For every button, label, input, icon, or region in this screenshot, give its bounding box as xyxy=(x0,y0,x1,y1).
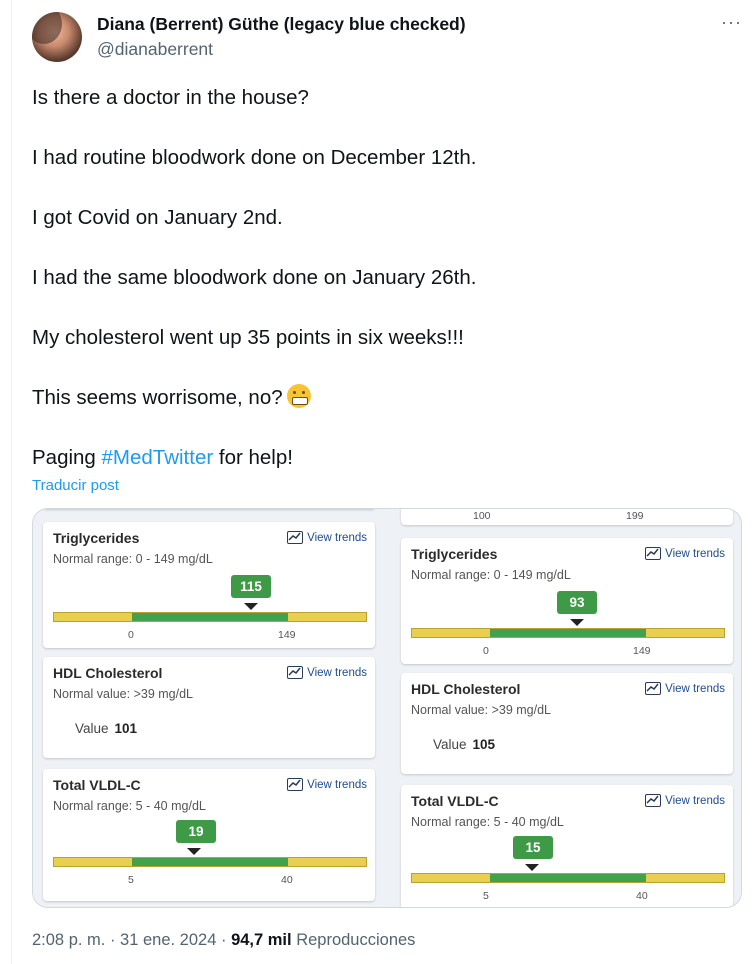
card-title: Triglycerides xyxy=(411,546,498,562)
normal-range: Normal range: 0 - 149 mg/dL xyxy=(53,552,213,566)
post-date[interactable]: 31 ene. 2024 xyxy=(120,931,216,949)
view-trends-label: View trends xyxy=(307,666,367,679)
range-bar xyxy=(411,873,725,883)
view-trends-link[interactable]: View trends xyxy=(645,682,725,695)
previous-card-edge: 100 199 xyxy=(401,509,733,525)
view-trends-label: View trends xyxy=(307,531,367,544)
result-value: Value 101 xyxy=(75,721,137,736)
view-trends-link[interactable]: View trends xyxy=(287,778,367,791)
post-paragraph: I had routine bloodwork done on December… xyxy=(32,146,477,169)
range-tick-high: 40 xyxy=(281,874,293,886)
paging-prefix: Paging xyxy=(32,446,102,469)
view-trends-label: View trends xyxy=(307,778,367,791)
range-tick-low: 5 xyxy=(483,890,489,902)
triglycerides-card: Triglycerides Normal range: 0 - 149 mg/d… xyxy=(401,538,733,664)
result-badge: 93 xyxy=(557,591,597,614)
hdl-card: HDL Cholesterol Normal value: >39 mg/dL … xyxy=(401,673,733,774)
normal-value: Normal value: >39 mg/dL xyxy=(411,703,552,717)
hdl-card: HDL Cholesterol Normal value: >39 mg/dL … xyxy=(43,657,375,758)
view-trends-link[interactable]: View trends xyxy=(287,666,367,679)
attached-media[interactable]: Triglycerides Normal range: 0 - 149 mg/d… xyxy=(32,508,742,908)
views-count: 94,7 mil xyxy=(231,931,292,949)
range-tick-low: 5 xyxy=(128,874,134,886)
result-pointer xyxy=(525,864,539,871)
more-options-icon[interactable]: ··· xyxy=(721,12,742,33)
view-trends-link[interactable]: View trends xyxy=(287,531,367,544)
post-text: Is there a doctor in the house? I had ro… xyxy=(32,83,732,503)
value-label: Value xyxy=(75,721,109,736)
bloodwork-image-december[interactable]: Triglycerides Normal range: 0 - 149 mg/d… xyxy=(33,508,389,907)
normal-range: Normal range: 5 - 40 mg/dL xyxy=(411,815,564,829)
avatar[interactable] xyxy=(32,12,82,62)
result-pointer xyxy=(244,603,258,610)
range-bar xyxy=(53,857,367,867)
result-badge: 15 xyxy=(513,836,553,859)
post-paragraph: I got Covid on January 2nd. xyxy=(32,206,283,229)
hashtag-link[interactable]: #MedTwitter xyxy=(102,446,214,469)
card-title: HDL Cholesterol xyxy=(411,681,521,697)
card-title: Triglycerides xyxy=(53,530,140,546)
post-metadata: 2:08 p. m. · 31 ene. 2024 · 94,7 mil Rep… xyxy=(32,931,415,950)
views-label: Reproducciones xyxy=(291,931,416,949)
timeline-divider xyxy=(11,0,12,964)
translate-post-link[interactable]: Traducir post xyxy=(32,477,119,494)
post-paragraph: Is there a doctor in the house? xyxy=(32,86,309,109)
result-pointer xyxy=(187,848,201,855)
post-paragraph: My cholesterol went up 35 points in six … xyxy=(32,326,464,349)
range-tick-high: 199 xyxy=(626,510,644,522)
range-tick-high: 40 xyxy=(636,890,648,902)
normal-value: Normal value: >39 mg/dL xyxy=(53,687,194,701)
post-paragraph-hashtag: Paging #MedTwitter for help! xyxy=(32,443,732,473)
author-handle[interactable]: @dianaberrent xyxy=(97,39,213,60)
previous-card-edge xyxy=(43,508,375,509)
view-trends-link[interactable]: View trends xyxy=(645,547,725,560)
normal-range: Normal range: 0 - 149 mg/dL xyxy=(411,568,571,582)
range-tick-high: 149 xyxy=(278,629,296,641)
trend-chart-icon xyxy=(645,794,662,807)
range-tick-low: 0 xyxy=(128,629,134,641)
value-label: Value xyxy=(433,737,467,752)
result-pointer xyxy=(570,619,584,626)
separator: · xyxy=(105,931,121,949)
range-bar xyxy=(411,628,725,638)
trend-chart-icon xyxy=(287,666,304,679)
value-number: 101 xyxy=(114,721,138,736)
paging-suffix: for help! xyxy=(213,446,293,469)
result-badge: 19 xyxy=(176,820,216,843)
view-trends-link[interactable]: View trends xyxy=(645,794,725,807)
vldl-card: Total VLDL-C Normal range: 5 - 40 mg/dL … xyxy=(401,785,733,907)
author-name[interactable]: Diana (Berrent) Güthe (legacy blue check… xyxy=(97,14,466,35)
trend-chart-icon xyxy=(645,547,662,560)
card-title: Total VLDL-C xyxy=(53,777,141,793)
card-title: HDL Cholesterol xyxy=(53,665,163,681)
normal-range: Normal range: 5 - 40 mg/dL xyxy=(53,799,206,813)
card-title: Total VLDL-C xyxy=(411,793,499,809)
vldl-card: Total VLDL-C Normal range: 5 - 40 mg/dL … xyxy=(43,769,375,901)
post-header: Diana (Berrent) Güthe (legacy blue check… xyxy=(32,10,742,66)
trend-chart-icon xyxy=(287,778,304,791)
post-paragraph-with-emoji: This seems worrisome, no? xyxy=(32,383,732,413)
post-paragraph: This seems worrisome, no? xyxy=(32,386,283,409)
bloodwork-image-january[interactable]: 100 199 Triglycerides Normal range: 0 - … xyxy=(391,509,741,907)
view-trends-label: View trends xyxy=(665,794,725,807)
range-bar xyxy=(53,612,367,622)
separator: · xyxy=(216,931,232,949)
view-trends-label: View trends xyxy=(665,547,725,560)
post-time[interactable]: 2:08 p. m. xyxy=(32,931,105,949)
result-value: Value 105 xyxy=(433,737,495,752)
trend-chart-icon xyxy=(287,531,304,544)
result-badge: 115 xyxy=(231,575,271,598)
range-tick-high: 149 xyxy=(633,645,651,657)
value-number: 105 xyxy=(472,737,496,752)
range-tick-low: 0 xyxy=(483,645,489,657)
triglycerides-card: Triglycerides Normal range: 0 - 149 mg/d… xyxy=(43,522,375,648)
grimacing-emoji-icon xyxy=(286,384,311,408)
trend-chart-icon xyxy=(645,682,662,695)
post-paragraph: I had the same bloodwork done on January… xyxy=(32,266,477,289)
range-tick-low: 100 xyxy=(473,510,491,522)
view-trends-label: View trends xyxy=(665,682,725,695)
